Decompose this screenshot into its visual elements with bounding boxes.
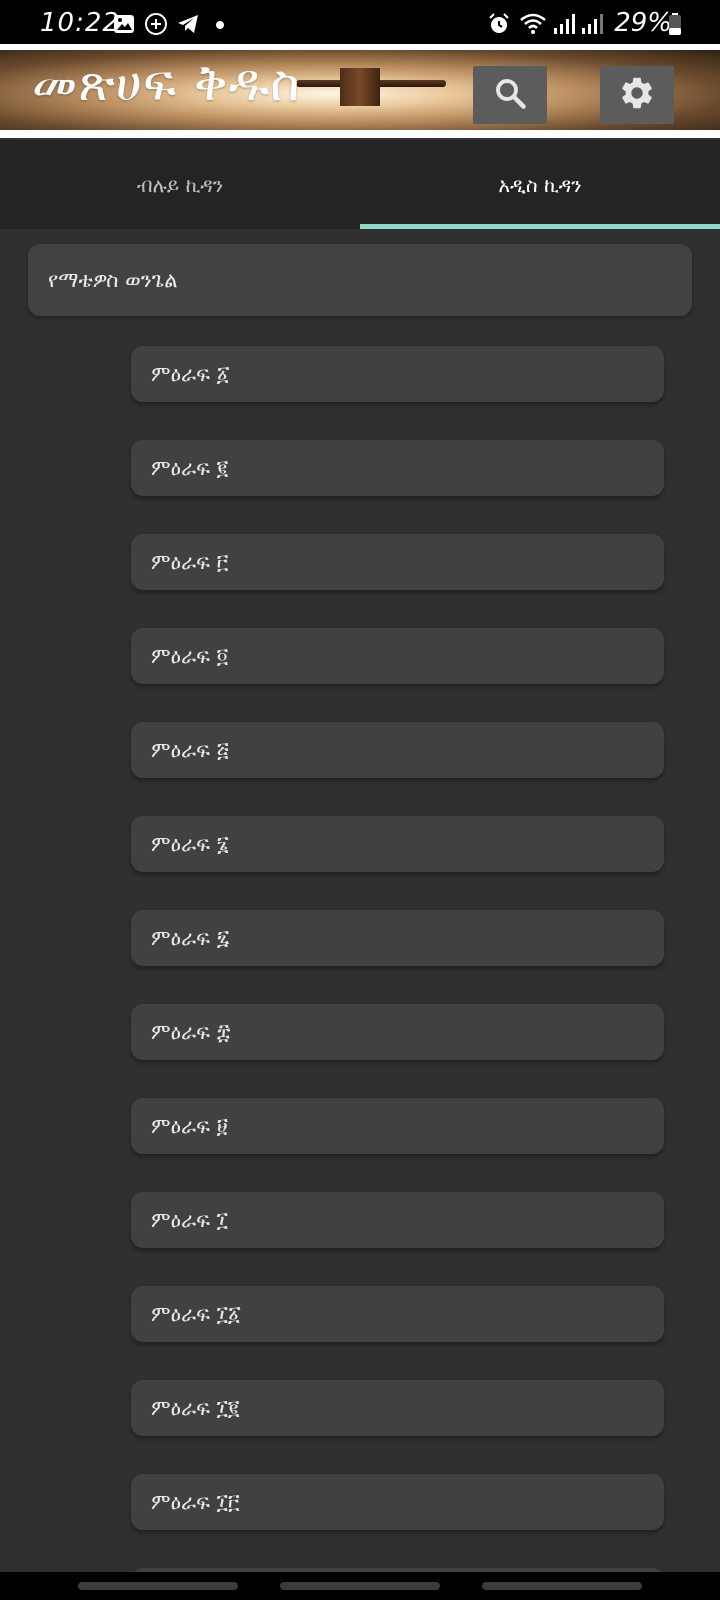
add-circle-icon [144,12,168,36]
dot-icon [210,12,234,36]
signal-icon [581,12,605,36]
testament-tabs: ብሉይ ኪዳን አዲስ ኪዳን [0,140,720,229]
gear-icon [618,74,656,116]
book-item-matthew[interactable]: የማቴዎስ ወንጌል [28,244,692,316]
nav-recent-button[interactable] [78,1582,238,1590]
search-icon [492,75,528,115]
tab-old-testament[interactable]: ብሉይ ኪዳን [0,140,360,229]
status-bar: 10:22 29% [0,0,720,48]
chapter-item[interactable]: ምዕራፍ ፮ [131,816,664,872]
header-banner: መጽሀፍ ቅዱስ [0,50,720,130]
nav-back-button[interactable] [482,1582,642,1590]
battery-icon [668,12,682,36]
active-tab-indicator [360,224,720,229]
settings-button[interactable] [600,66,674,124]
system-navigation-bar [0,1572,720,1600]
status-time: 10:22 [40,8,120,38]
gallery-icon [112,12,136,36]
chapter-item[interactable]: ምዕራፍ ፪ [131,440,664,496]
chapter-item[interactable]: ምዕራፍ ፯ [131,910,664,966]
alarm-icon [487,12,511,36]
chapter-item[interactable]: ምዕራፍ ፩ [131,346,664,402]
nav-home-button[interactable] [280,1582,440,1590]
app-title: መጽሀፍ ቅዱስ [32,54,301,112]
chapter-item[interactable]: ምዕራፍ ፲፪ [131,1380,664,1436]
wifi-icon [520,12,546,36]
app-screen: 10:22 29% መጽሀፍ ቅዱስ ብሉይ ኪዳን አዲስ ኪዳን የማቴዎስ… [0,0,720,1600]
signal-icon [553,12,577,36]
battery-percentage: 29% [614,8,672,38]
chapter-item[interactable]: ምዕራፍ ፫ [131,534,664,590]
chapter-item[interactable]: ምዕራፍ ፬ [131,628,664,684]
tab-new-testament[interactable]: አዲስ ኪዳን [360,140,720,229]
chapter-item[interactable]: ምዕራፍ ፲፩ [131,1286,664,1342]
chapter-item[interactable]: ምዕራፍ ፲፫ [131,1474,664,1530]
app-header: መጽሀፍ ቅዱስ [0,44,720,138]
telegram-icon [176,12,200,36]
cross-post-image [340,68,380,106]
chapter-item[interactable]: ምዕራፍ ፱ [131,1098,664,1154]
chapter-list: ምዕራፍ ፩ ምዕራፍ ፪ ምዕራፍ ፫ ምዕራፍ ፬ ምዕራፍ ፭ ምዕራፍ … [131,346,664,1600]
chapter-item[interactable]: ምዕራፍ ፭ [131,722,664,778]
chapter-item[interactable]: ምዕራፍ ፲ [131,1192,664,1248]
chapter-item[interactable]: ምዕራፍ ፰ [131,1004,664,1060]
search-button[interactable] [473,66,547,124]
